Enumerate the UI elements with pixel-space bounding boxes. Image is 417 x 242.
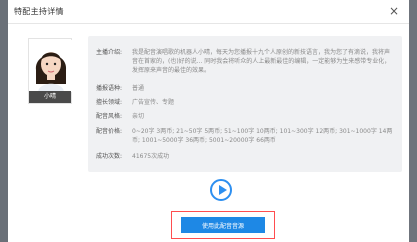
- voice-detail-dialog: 特配主持详情 × 小晴 主播介绍: 我是配音演唱歌的机器人小晴，每天为您播报十九…: [8, 0, 409, 242]
- detail-row-price: 配音价格: 0~20字 3两币; 21~50字 5两币; 51~100字 10两…: [96, 127, 396, 147]
- backdrop-right-edge: [409, 0, 417, 242]
- detail-label: 成功次数:: [96, 153, 123, 160]
- detail-value: 广告宣传、专题: [132, 99, 175, 106]
- detail-label: 主播介绍:: [96, 49, 123, 56]
- play-sample-button[interactable]: [210, 179, 232, 201]
- dialog-title: 特配主持详情: [14, 7, 64, 16]
- voice-info-panel: 主播介绍: 我是配音演唱歌的机器人小晴，每天为您播报十九个人原创的新技语言，我为…: [88, 36, 402, 172]
- detail-label: 配音价格:: [96, 128, 123, 135]
- avatar: [30, 40, 72, 92]
- detail-label: 擅长领域:: [96, 99, 123, 106]
- detail-label: 配音风格:: [96, 113, 123, 120]
- detail-label: 播报语种:: [96, 85, 123, 92]
- use-voice-button[interactable]: 使用此配音音源: [181, 217, 265, 233]
- detail-row-intro: 主播介绍: 我是配音演唱歌的机器人小晴，每天为您播报十九个人原创的新技语言，我为…: [96, 48, 396, 78]
- detail-value: 0~20字 3两币; 21~50字 5两币; 51~100字 10两币; 101…: [132, 128, 393, 144]
- backdrop-left-edge: [0, 0, 8, 242]
- voice-avatar-card: 小晴: [28, 38, 72, 104]
- detail-value: 我是配音演唱歌的机器人小晴，每天为您播报十九个人原创的新技语言，我为您了有滴说，…: [132, 49, 391, 74]
- avatar-name-label: 小晴: [29, 91, 71, 103]
- detail-value: 亲切: [132, 113, 145, 120]
- detail-value: 普通: [132, 85, 145, 92]
- close-icon[interactable]: ×: [387, 4, 401, 18]
- play-icon: [219, 185, 227, 195]
- dialog-header: 特配主持详情 ×: [8, 0, 409, 24]
- use-voice-highlight: 使用此配音音源: [171, 211, 275, 239]
- detail-value: 41675次成功: [132, 153, 170, 160]
